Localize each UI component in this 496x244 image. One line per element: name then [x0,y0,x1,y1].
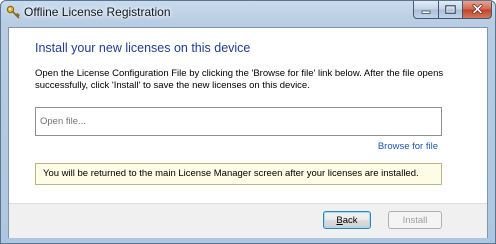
page-title: Install your new licenses on this device [35,41,251,55]
install-button[interactable]: Install [388,211,442,229]
minimize-button[interactable] [413,1,439,19]
window-title: Offline License Registration [24,5,171,19]
back-button[interactable]: Back [323,211,371,229]
button-bar: Back Install [9,203,487,238]
dialog-window: Offline License Registration Install you… [0,0,496,244]
close-button[interactable] [462,1,492,19]
key-icon [6,5,20,19]
browse-for-file-link[interactable]: Browse for file [378,141,438,152]
title-bar[interactable]: Offline License Registration [1,1,495,25]
maximize-button[interactable] [438,1,463,19]
instructions-text: Open the License Configuration File by c… [35,68,444,91]
open-file-field[interactable] [35,107,442,136]
maximize-icon [445,1,456,19]
minimize-icon [421,1,431,19]
info-message: You will be returned to the main License… [35,163,442,185]
dialog-content: Install your new licenses on this device… [8,27,488,238]
back-button-label: ack [342,214,358,226]
close-icon [472,1,483,19]
